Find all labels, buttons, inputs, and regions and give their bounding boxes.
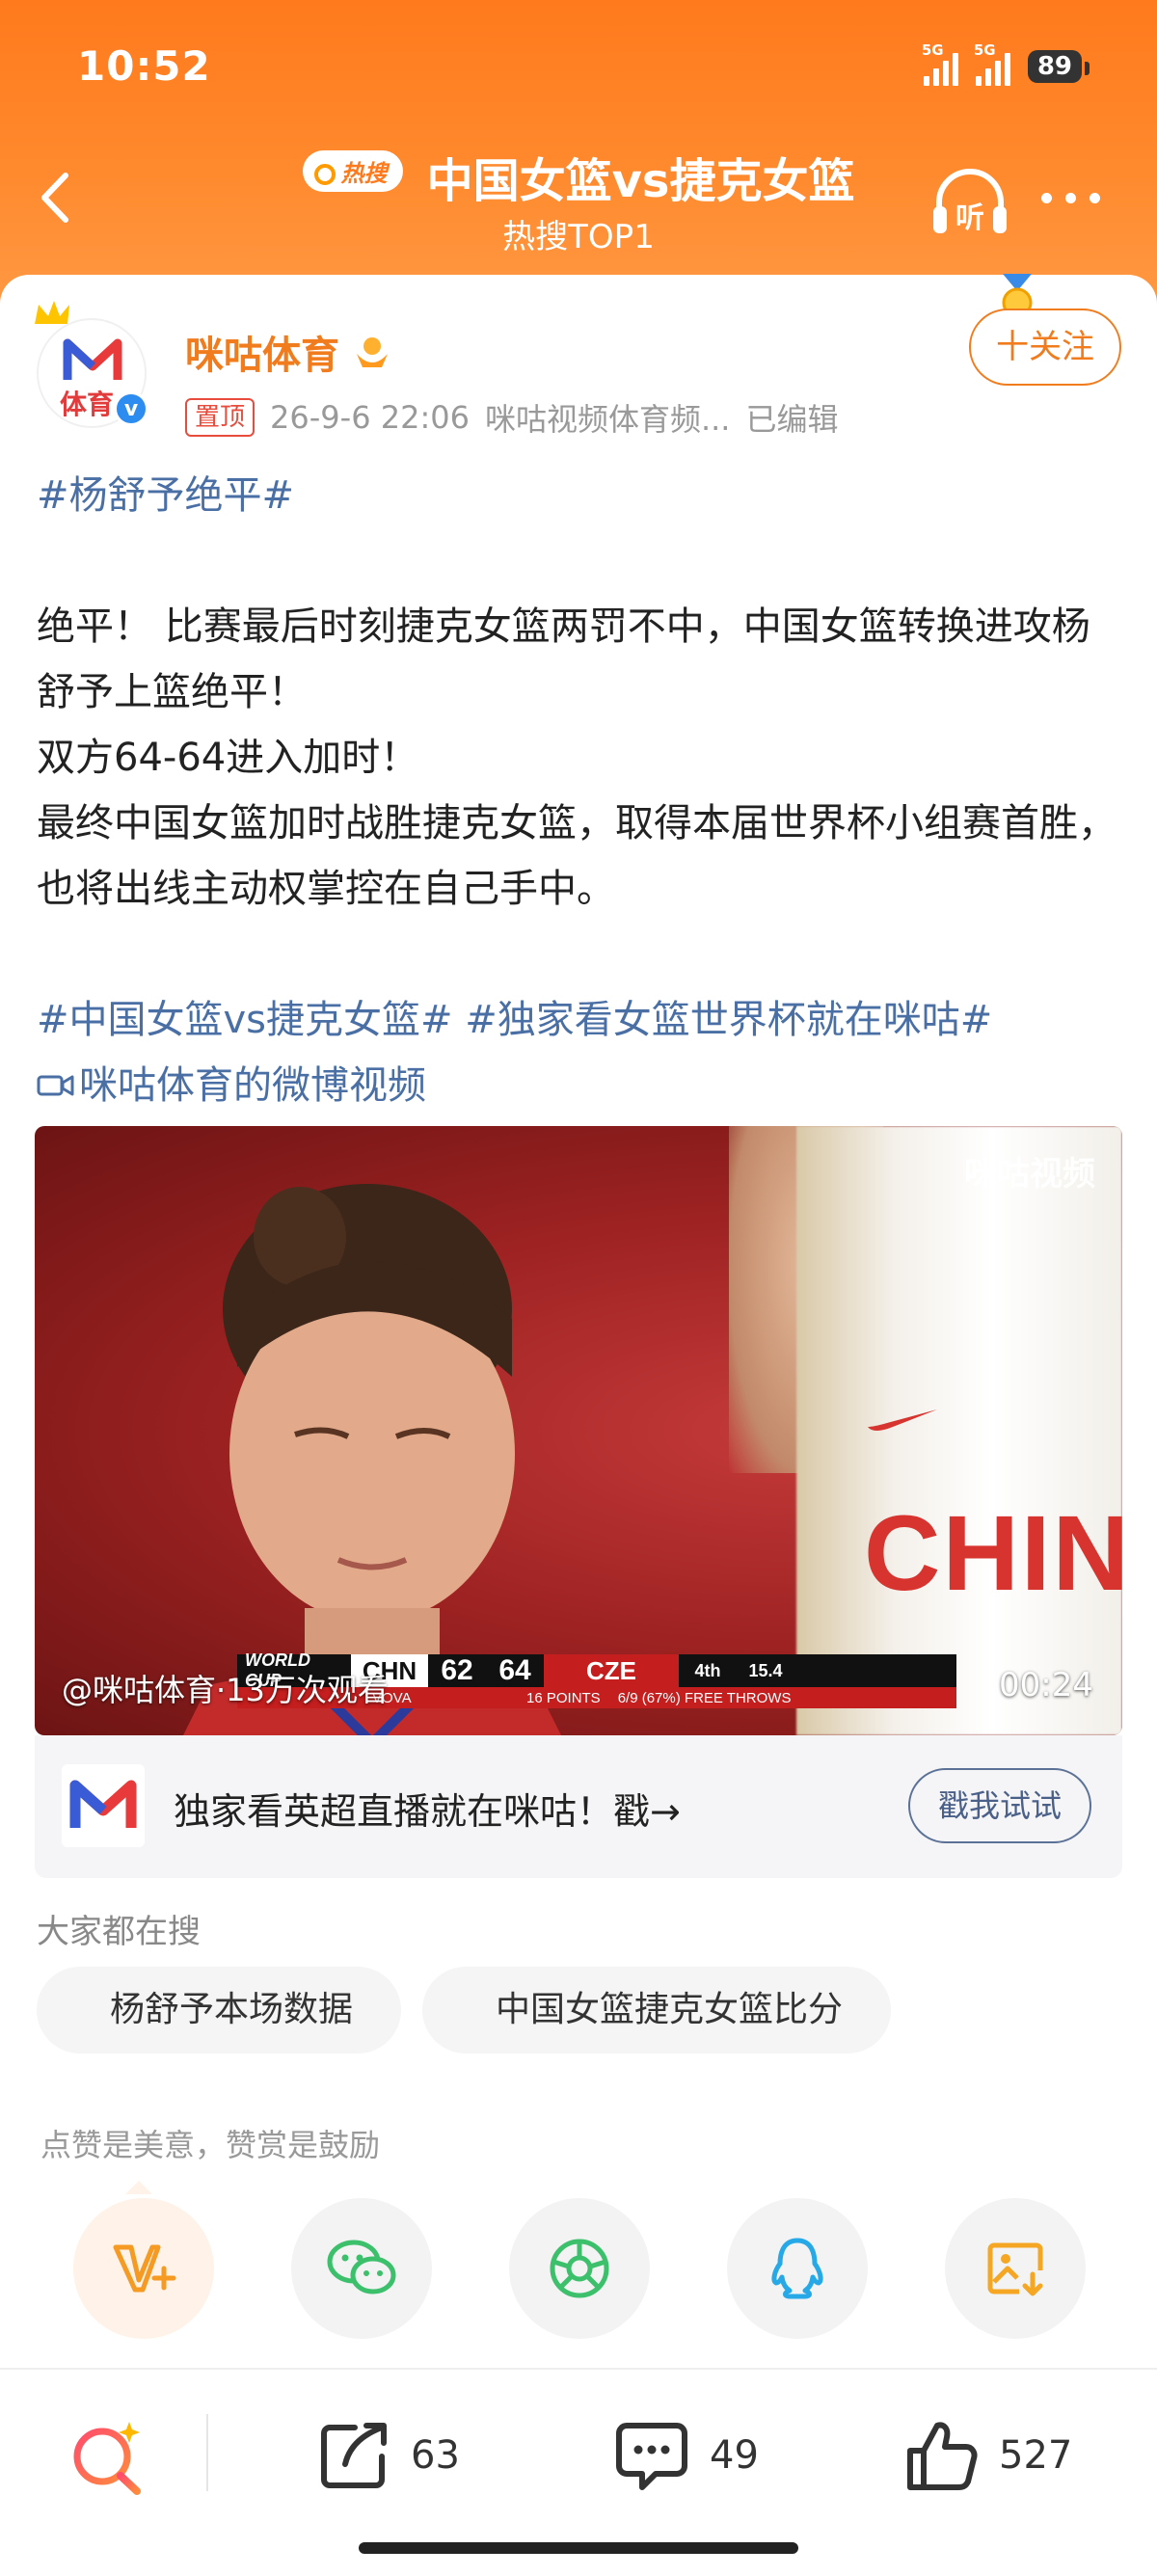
save-image-button[interactable]	[945, 2198, 1086, 2339]
thumbs-up-icon	[907, 2422, 978, 2490]
wechat-icon	[327, 2240, 396, 2294]
share-icon	[321, 2423, 387, 2488]
clock-label: 15.4	[748, 1660, 783, 1680]
share-qq-button[interactable]	[727, 2198, 868, 2339]
video-view-count: @咪咕体育·13万次观看	[62, 1672, 389, 1708]
page-title: 中国女篮vs捷克女篮	[426, 154, 855, 208]
video-watermark: 咪咕视频	[964, 1155, 1095, 1194]
post-paragraph: 双方64-64进入加时！	[37, 736, 419, 780]
promo-banner[interactable]: 独家看英超直播就在咪咕！戳→ 戳我试试	[35, 1735, 1122, 1878]
repost-count: 63	[411, 2433, 460, 2478]
home-indicator[interactable]	[359, 2542, 798, 2554]
related-search-label: 大家都在搜	[37, 1913, 201, 1951]
tooltip-arrow	[125, 2181, 152, 2194]
promo-try-button[interactable]: 戳我试试	[908, 1768, 1091, 1843]
more-options-button[interactable]	[1041, 183, 1118, 212]
comment-icon	[616, 2423, 687, 2490]
qq-icon	[771, 2238, 823, 2299]
author-name[interactable]: 咪咕体育	[185, 324, 339, 380]
dot-icon	[1041, 192, 1052, 203]
swoosh-logo-icon	[868, 1409, 937, 1431]
reward-hint: 点赞是美意，赞赏是鼓励	[40, 2127, 381, 2163]
player-image	[183, 1184, 561, 1735]
post-timestamp: 26-9-6 22:06	[270, 399, 470, 436]
migu-logo	[62, 1764, 145, 1847]
video-camera-icon	[37, 1075, 74, 1096]
hashtag-link[interactable]: #中国女篮vs捷克女篮#	[37, 998, 453, 1042]
moments-icon	[550, 2239, 609, 2298]
status-icons: 5G 5G 89	[922, 41, 1090, 91]
hot-search-header: 10:52 5G 5G 89 热搜 中国女篮vs捷克女篮 热搜TOP1 听	[0, 0, 1157, 318]
signal-icon: 5G	[974, 41, 1010, 86]
video-link-label[interactable]: 咪咕体育的微博视频	[79, 1053, 426, 1118]
author-name-row[interactable]: 咪咕体育	[185, 324, 391, 380]
post-source[interactable]: 咪咕视频体育频...	[485, 395, 731, 440]
like-button[interactable]: 527	[904, 2414, 1072, 2497]
team2-score: 64	[498, 1654, 531, 1686]
search-chip[interactable]: 中国女篮捷克女篮比分	[422, 1967, 892, 2053]
freethrow-stat: 6/9 (67%) FREE THROWS	[617, 1689, 792, 1706]
comment-button[interactable]: 49	[613, 2414, 759, 2497]
hashtag-link[interactable]: #杨舒予绝平#	[37, 473, 294, 518]
team1-score: 62	[441, 1654, 473, 1686]
avatar-text: 体育	[60, 389, 115, 420]
follow-button[interactable]: 十关注	[969, 309, 1121, 386]
share-wechat-button[interactable]	[291, 2198, 432, 2339]
dot-icon	[1090, 192, 1100, 203]
hot-badge-label: 热搜	[340, 159, 388, 187]
period-label: 4th	[694, 1660, 721, 1680]
video-link[interactable]: 咪咕体育的微博视频	[37, 1053, 426, 1118]
reward-button[interactable]	[73, 2198, 214, 2339]
post-paragraph: 最终中国女篮加时战胜捷克女篮，取得本届世界杯小组赛首胜，也将出线主动权掌控在自己…	[37, 801, 1117, 911]
share-row	[73, 2198, 1086, 2339]
share-moments-button[interactable]	[509, 2198, 650, 2339]
save-image-icon	[987, 2242, 1043, 2296]
search-chip[interactable]: 杨舒予本场数据	[37, 1967, 402, 2053]
svg-text:听: 听	[955, 201, 984, 235]
listen-button[interactable]: 听	[928, 162, 1012, 239]
reward-v-icon	[113, 2244, 176, 2293]
search-sparkle-icon	[73, 2422, 141, 2495]
post-paragraph: 绝平！ 比赛最后时刻捷克女篮两罚不中，中国女篮转换进攻杨舒予上篮绝平！	[37, 604, 1090, 714]
search-icon	[313, 163, 336, 185]
migu-logo-icon	[69, 1780, 137, 1828]
divider	[206, 2414, 208, 2491]
signal-label: 5G	[973, 41, 996, 59]
signal-icon: 5G	[922, 41, 958, 86]
video-duration: 00:24	[999, 1666, 1093, 1704]
points-stat: 16 POINTS	[526, 1689, 601, 1706]
vip-hands-icon	[357, 337, 388, 367]
video-scene	[796, 1126, 1122, 1735]
battery-indicator: 89	[1027, 50, 1090, 83]
signal-label: 5G	[921, 41, 944, 59]
migu-logo-icon	[63, 338, 122, 380]
video-player[interactable]: CHIN 咪咕视频 WORLD CUP CHN 62 64 CZE 4th 15…	[35, 1126, 1122, 1735]
hot-search-button[interactable]	[67, 2418, 148, 2499]
post-body: #杨舒予绝平# 绝平！ 比赛最后时刻捷克女篮两罚不中，中国女篮转换进攻杨舒予上篮…	[37, 463, 1126, 1120]
dot-icon	[1065, 192, 1076, 203]
hot-search-badge: 热搜	[302, 149, 403, 192]
hashtag-link[interactable]: #独家看女篮世界杯就在咪咕#	[465, 998, 992, 1042]
edited-label[interactable]: 已编辑	[745, 395, 838, 440]
jersey-text: CHIN	[864, 1494, 1122, 1613]
verified-badge-icon: v	[114, 391, 148, 426]
post-meta: 置顶 26-9-6 22:06 咪咕视频体育频... 已编辑	[185, 395, 838, 440]
repost-button[interactable]: 63	[316, 2414, 460, 2497]
status-time: 10:52	[77, 42, 211, 90]
like-count: 527	[999, 2433, 1073, 2478]
promo-text[interactable]: 独家看英超直播就在咪咕！戳→	[174, 1782, 681, 1835]
pinned-tag: 置顶	[185, 398, 256, 437]
headphones-icon: 听	[933, 169, 1007, 235]
comment-count: 49	[710, 2433, 759, 2478]
team2-label: CZE	[544, 1654, 679, 1687]
